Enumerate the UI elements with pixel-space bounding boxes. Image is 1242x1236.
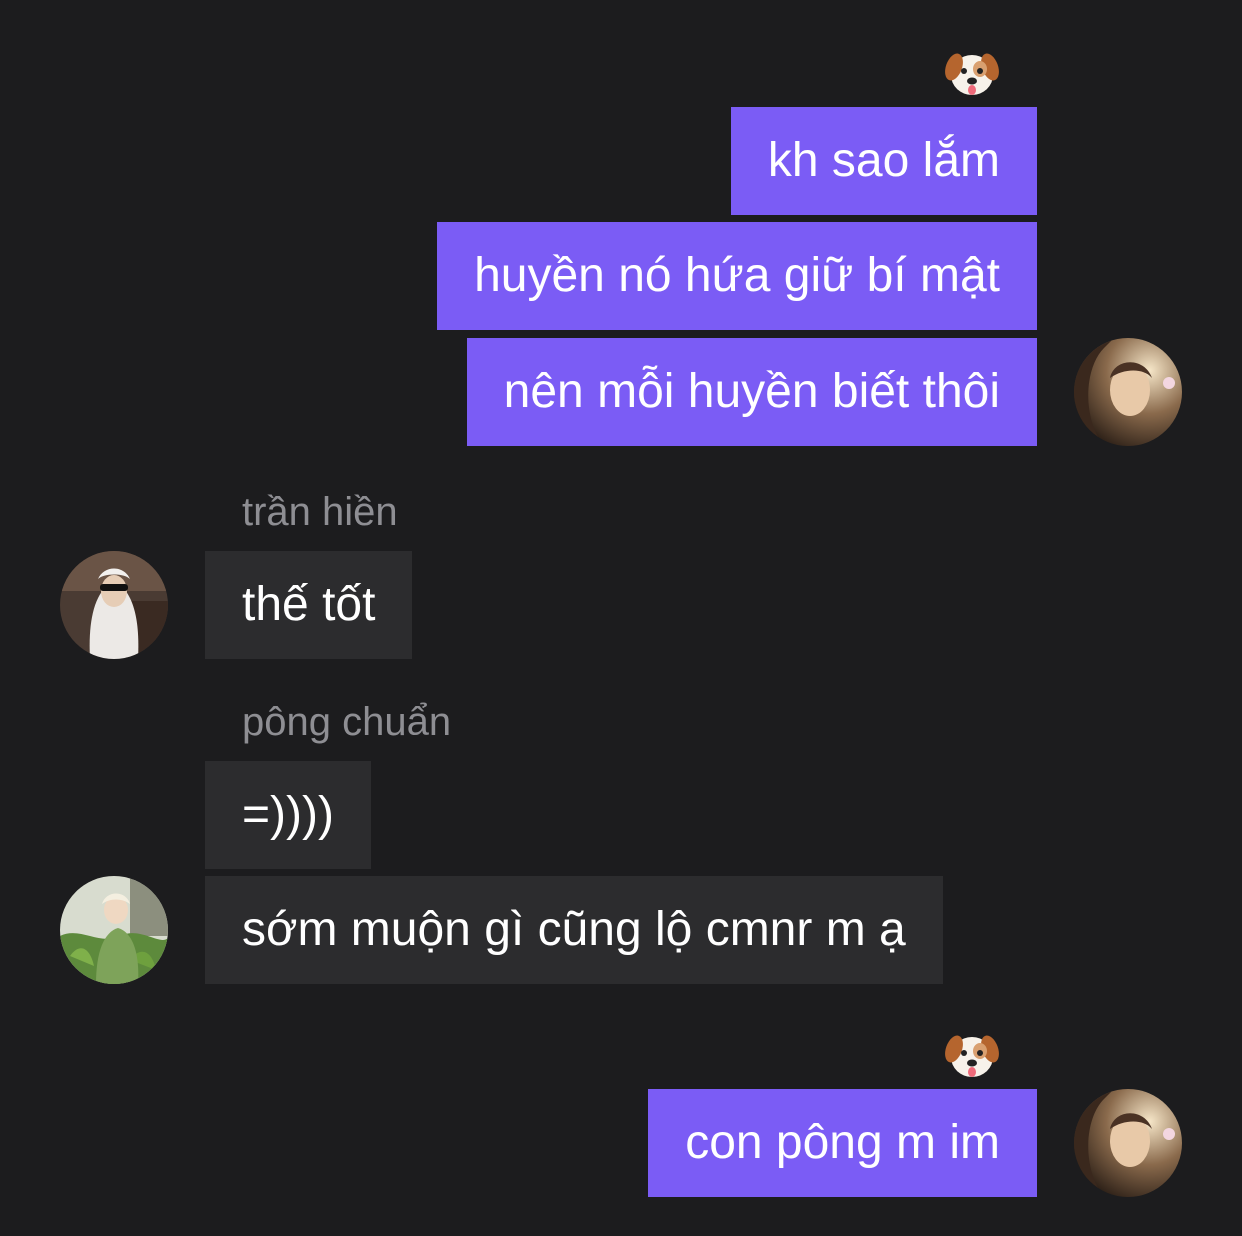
message-text: =)))) <box>242 788 334 841</box>
message-bubble-incoming[interactable]: =)))) <box>205 761 371 869</box>
self-avatar[interactable] <box>1074 1089 1182 1197</box>
self-avatar[interactable] <box>1074 338 1182 446</box>
tran-hien-avatar[interactable] <box>60 551 168 659</box>
message-bubble-incoming[interactable]: thế tốt <box>205 551 413 659</box>
message-bubble-incoming[interactable]: sớm muộn gì cũng lộ cmnr m ạ <box>205 876 943 984</box>
message-bubble-outgoing[interactable]: con pông m im <box>648 1089 1037 1197</box>
dog-face-reaction-icon[interactable] <box>944 45 1000 101</box>
pong-chuan-avatar[interactable] <box>60 876 168 984</box>
message-bubble-outgoing[interactable]: kh sao lắm <box>730 107 1037 215</box>
message-text: con pông m im <box>685 1116 1000 1169</box>
message-text: nên mỗi huyền biết thôi <box>503 365 1000 418</box>
message-text: kh sao lắm <box>767 134 1000 187</box>
message-bubble-outgoing[interactable]: huyền nó hứa giữ bí mật <box>437 222 1037 330</box>
message-bubble-outgoing[interactable]: nên mỗi huyền biết thôi <box>466 338 1037 446</box>
sender-name: trần hiền <box>242 490 398 534</box>
message-text: thế tốt <box>242 578 376 631</box>
sender-name: pông chuẩn <box>242 700 452 744</box>
message-text: sớm muộn gì cũng lộ cmnr m ạ <box>242 903 906 956</box>
message-text: huyền nó hứa giữ bí mật <box>474 249 1000 302</box>
dog-face-reaction-icon[interactable] <box>944 1027 1000 1083</box>
